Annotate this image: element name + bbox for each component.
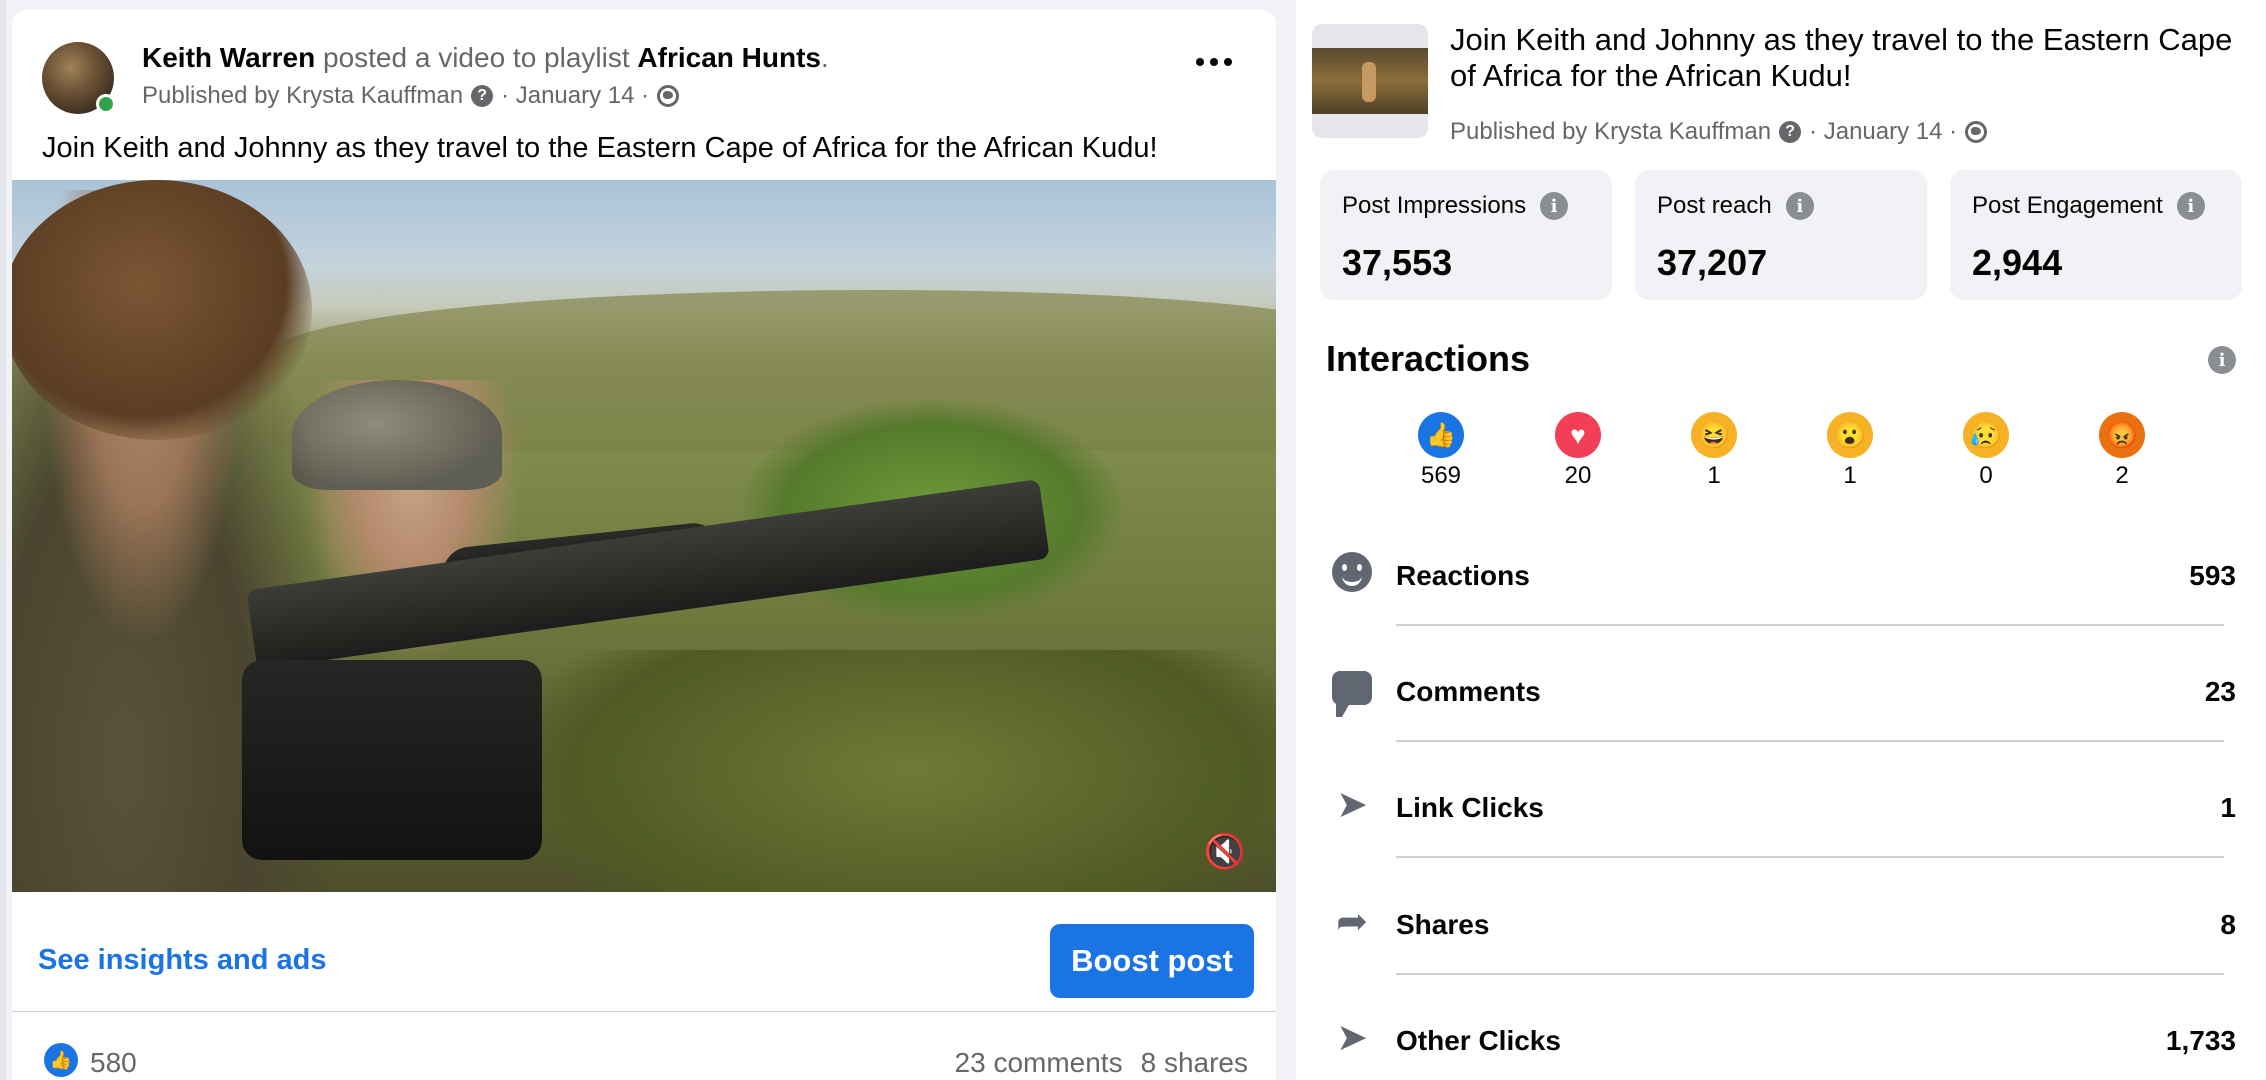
- row-other-clicks[interactable]: ➤ Other Clicks 1,733: [1326, 1003, 2236, 1080]
- insights-panel: Join Keith and Johnny as they travel to …: [1296, 0, 2266, 1080]
- row-shares[interactable]: ➦ Shares 8: [1326, 887, 2236, 1003]
- globe-icon: [1965, 121, 1988, 143]
- heart-icon: ♥: [1555, 412, 1601, 458]
- post-meta: Published by Krysta Kauffman ? · January…: [142, 82, 680, 110]
- reaction-count: 2: [2115, 462, 2129, 489]
- info-icon[interactable]: i: [2176, 192, 2205, 220]
- panel-post-date: · January 14 ·: [1809, 118, 1958, 145]
- metric-label: Post Impressions: [1342, 192, 1527, 219]
- action-text: posted a video to playlist: [315, 42, 638, 73]
- video-player[interactable]: 🔇: [12, 180, 1276, 892]
- comments-shares: 23 comments 8 shares: [937, 1047, 1248, 1079]
- row-divider: [1396, 740, 2224, 742]
- boost-post-button[interactable]: Boost post: [1050, 924, 1254, 998]
- interactions-title: Interactions: [1326, 338, 1531, 379]
- row-divider: [1396, 624, 2224, 626]
- metric-label: Post reach: [1657, 192, 1772, 219]
- reaction-count: 1: [1707, 462, 1721, 489]
- reaction-count: 20: [1564, 462, 1592, 489]
- video-hunter-hair: [12, 180, 312, 440]
- shares-count[interactable]: 8 shares: [1141, 1047, 1248, 1078]
- published-by: Published by Krysta Kauffman: [142, 82, 464, 109]
- smile-icon: [1330, 550, 1374, 594]
- post-card: Keith Warren posted a video to playlist …: [12, 10, 1276, 1080]
- share-icon: ➦: [1336, 900, 1368, 943]
- question-icon[interactable]: ?: [1779, 121, 1802, 143]
- haha-icon: 😆: [1691, 412, 1737, 458]
- reaction-count: 1: [1843, 462, 1857, 489]
- reaction-angry: 😡 2: [2072, 412, 2172, 490]
- metric-value: 37,207: [1657, 242, 1768, 283]
- row-label: Link Clicks: [1396, 792, 1544, 823]
- like-icon[interactable]: 👍: [44, 1043, 78, 1077]
- more-options-button[interactable]: [1196, 58, 1232, 66]
- row-value: 1: [2220, 792, 2236, 823]
- row-divider: [1396, 856, 2224, 858]
- cursor-icon: ➤: [1336, 1016, 1368, 1059]
- wow-icon: 😮: [1827, 412, 1873, 458]
- video-stock: [242, 660, 542, 860]
- row-label: Other Clicks: [1396, 1025, 1561, 1056]
- reaction-count: 569: [1420, 462, 1462, 489]
- reaction-count: 0: [1979, 462, 1993, 489]
- mute-icon[interactable]: 🔇: [1204, 832, 1246, 872]
- reaction-wow: 😮 1: [1800, 412, 1900, 490]
- row-value: 23: [2204, 676, 2236, 707]
- row-label: Shares: [1396, 909, 1490, 940]
- reaction-love: ♥ 20: [1528, 412, 1628, 490]
- cursor-icon: ➤: [1336, 783, 1368, 826]
- see-insights-link[interactable]: See insights and ads: [38, 944, 326, 977]
- comments-count[interactable]: 23 comments: [955, 1047, 1123, 1078]
- row-value: 593: [2189, 560, 2236, 591]
- metric-post-reach: Post reach i 37,207: [1635, 170, 1927, 300]
- post-stats-row: 👍 580 23 comments 8 shares: [12, 1013, 1276, 1080]
- reaction-haha: 😆 1: [1664, 412, 1764, 490]
- metric-value: 2,944: [1972, 242, 2063, 283]
- online-status-dot: [96, 94, 116, 114]
- headline-period: .: [821, 42, 829, 73]
- row-link-clicks[interactable]: ➤ Link Clicks 1: [1326, 770, 2236, 886]
- post-thumbnail: [1312, 24, 1428, 138]
- angry-icon: 😡: [2099, 412, 2145, 458]
- metric-post-impressions: Post Impressions i 37,553: [1320, 170, 1612, 300]
- row-reactions[interactable]: Reactions 593: [1326, 538, 2236, 654]
- row-label: Reactions: [1396, 560, 1530, 591]
- row-comments[interactable]: Comments 23: [1326, 654, 2236, 770]
- row-value: 8: [2220, 909, 2236, 940]
- info-icon[interactable]: i: [2208, 346, 2236, 374]
- video-bush: [512, 650, 1276, 892]
- author-name[interactable]: Keith Warren: [142, 42, 315, 73]
- panel-published-by: Published by Krysta Kauffman: [1450, 118, 1772, 145]
- avatar[interactable]: [42, 42, 116, 114]
- row-divider: [1396, 973, 2224, 975]
- playlist-link[interactable]: African Hunts: [637, 42, 821, 73]
- post-text: Join Keith and Johnny as they travel to …: [42, 132, 1158, 164]
- panel-post-title: Join Keith and Johnny as they travel to …: [1450, 22, 2233, 93]
- interactions-info[interactable]: i: [2208, 346, 2236, 374]
- row-label: Comments: [1396, 676, 1541, 707]
- post-headline: Keith Warren posted a video to playlist …: [142, 42, 829, 74]
- comment-icon: [1330, 666, 1374, 717]
- sad-icon: 😥: [1963, 412, 2009, 458]
- reaction-sad: 😥 0: [1936, 412, 2036, 490]
- panel-post-meta: Published by Krysta Kauffman ? · January…: [1450, 118, 1988, 146]
- globe-icon: [657, 85, 680, 107]
- left-gutter: [0, 0, 6, 1080]
- row-value: 1,733: [2165, 1025, 2236, 1056]
- insights-row: See insights and ads Boost post: [12, 892, 1276, 1012]
- info-icon[interactable]: i: [1785, 192, 1814, 220]
- post-date[interactable]: · January 14 ·: [501, 82, 649, 110]
- like-icon: 👍: [1418, 412, 1464, 458]
- metric-post-engagement: Post Engagement i 2,944: [1950, 170, 2242, 300]
- like-count[interactable]: 580: [90, 1047, 137, 1079]
- reaction-like: 👍 569: [1391, 412, 1491, 490]
- metric-value: 37,553: [1342, 242, 1453, 283]
- post-header: Keith Warren posted a video to playlist …: [42, 30, 1252, 120]
- info-icon[interactable]: i: [1540, 192, 1569, 220]
- question-icon[interactable]: ?: [471, 85, 494, 107]
- metric-label: Post Engagement: [1972, 192, 2163, 219]
